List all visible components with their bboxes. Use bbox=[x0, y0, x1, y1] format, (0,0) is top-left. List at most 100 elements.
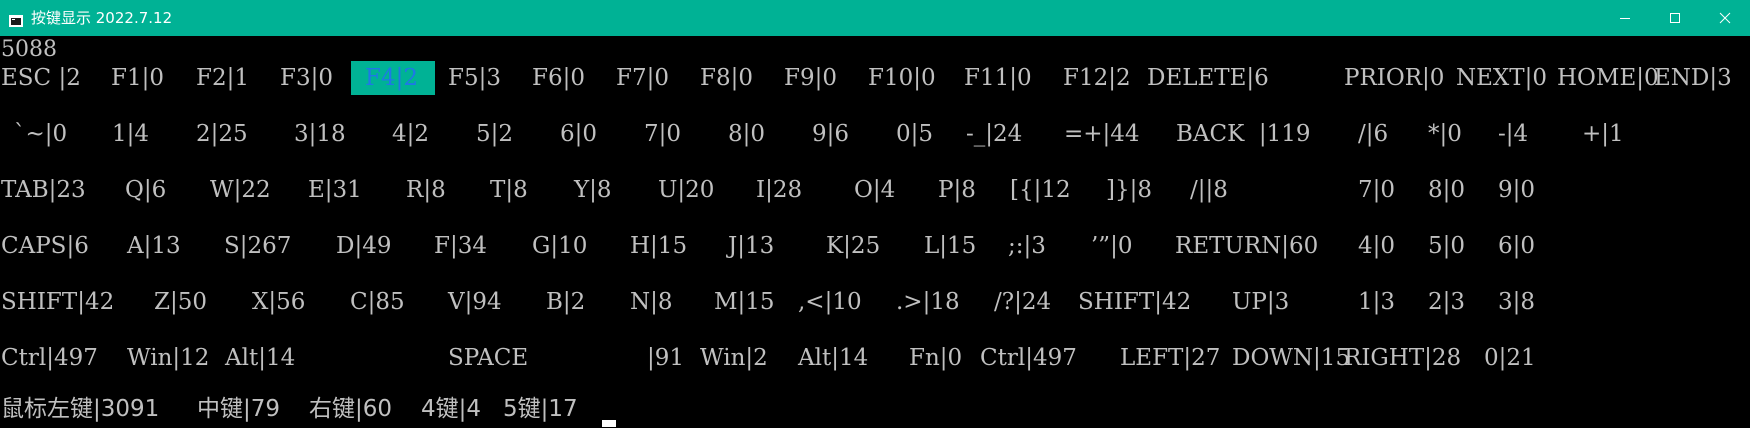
mouse-left-button[interactable]: 鼠标左键|3091 bbox=[1, 392, 159, 426]
key-j[interactable]: J|13 bbox=[728, 229, 774, 263]
key-left-win[interactable]: Win|12 bbox=[127, 341, 209, 375]
key-quote[interactable]: ’”|0 bbox=[1091, 229, 1132, 263]
key-0[interactable]: 0|5 bbox=[896, 117, 933, 151]
key-f[interactable]: F|34 bbox=[434, 229, 487, 263]
key-f7[interactable]: F7|0 bbox=[616, 61, 669, 95]
mouse-button-4[interactable]: 4键|4 bbox=[421, 392, 481, 426]
key-9[interactable]: 9|6 bbox=[812, 117, 849, 151]
key-b[interactable]: B|2 bbox=[546, 285, 585, 319]
close-button[interactable] bbox=[1700, 0, 1750, 36]
key-left-ctrl[interactable]: Ctrl|497 bbox=[1, 341, 98, 375]
mouse-right-button[interactable]: 右键|60 bbox=[309, 392, 392, 426]
key-numpad-minus[interactable]: -|4 bbox=[1498, 117, 1528, 151]
key-numpad-1[interactable]: 1|3 bbox=[1358, 285, 1395, 319]
title-bar[interactable]: 按键显示 2022.7.12 bbox=[0, 0, 1750, 36]
key-numpad-2[interactable]: 2|3 bbox=[1428, 285, 1465, 319]
key-esc[interactable]: ESC |2 bbox=[1, 61, 81, 95]
key-delete[interactable]: DELETE|6 bbox=[1147, 61, 1269, 95]
key-3[interactable]: 3|18 bbox=[294, 117, 346, 151]
key-return[interactable]: RETURN|60 bbox=[1175, 229, 1318, 263]
key-d[interactable]: D|49 bbox=[336, 229, 391, 263]
key-backtick[interactable]: `~|0 bbox=[14, 117, 67, 151]
key-r[interactable]: R|8 bbox=[406, 173, 446, 207]
key-minus[interactable]: -_|24 bbox=[966, 117, 1022, 151]
key-u[interactable]: U|20 bbox=[658, 173, 714, 207]
key-numpad-4[interactable]: 4|0 bbox=[1358, 229, 1395, 263]
key-f1[interactable]: F1|0 bbox=[111, 61, 164, 95]
key-f5[interactable]: F5|3 bbox=[448, 61, 501, 95]
key-up[interactable]: UP|3 bbox=[1232, 285, 1289, 319]
key-s[interactable]: S|267 bbox=[224, 229, 291, 263]
key-numpad-slash[interactable]: /|6 bbox=[1358, 117, 1388, 151]
key-1[interactable]: 1|4 bbox=[112, 117, 149, 151]
key-z[interactable]: Z|50 bbox=[154, 285, 207, 319]
key-t[interactable]: T|8 bbox=[490, 173, 528, 207]
key-o[interactable]: O|4 bbox=[854, 173, 895, 207]
key-f6[interactable]: F6|0 bbox=[532, 61, 585, 95]
key-prior[interactable]: PRIOR|0 bbox=[1344, 61, 1444, 95]
key-right-bracket[interactable]: ]}|8 bbox=[1106, 173, 1152, 207]
key-v[interactable]: V|94 bbox=[448, 285, 502, 319]
key-right-arrow[interactable]: RIGHT|28 bbox=[1344, 341, 1461, 375]
key-g[interactable]: G|10 bbox=[532, 229, 587, 263]
key-right-shift[interactable]: SHIFT|42 bbox=[1078, 285, 1191, 319]
key-a[interactable]: A|13 bbox=[127, 229, 181, 263]
key-slash[interactable]: /?|24 bbox=[994, 285, 1051, 319]
key-f8[interactable]: F8|0 bbox=[700, 61, 753, 95]
key-numpad-0[interactable]: 0|21 bbox=[1484, 341, 1536, 375]
key-f2[interactable]: F2|1 bbox=[196, 61, 249, 95]
key-y[interactable]: Y|8 bbox=[574, 173, 612, 207]
key-backspace[interactable]: BACK |119 bbox=[1176, 117, 1311, 151]
key-6[interactable]: 6|0 bbox=[560, 117, 597, 151]
key-e[interactable]: E|31 bbox=[308, 173, 362, 207]
key-equals[interactable]: =+|44 bbox=[1064, 117, 1140, 151]
key-2[interactable]: 2|25 bbox=[196, 117, 248, 151]
key-numpad-3[interactable]: 3|8 bbox=[1498, 285, 1535, 319]
key-space-label[interactable]: SPACE bbox=[448, 341, 528, 375]
key-q[interactable]: Q|6 bbox=[125, 173, 166, 207]
key-right-ctrl[interactable]: Ctrl|497 bbox=[980, 341, 1077, 375]
key-space-count[interactable]: |91 bbox=[647, 341, 684, 375]
key-c[interactable]: C|85 bbox=[350, 285, 405, 319]
key-numpad-5[interactable]: 5|0 bbox=[1428, 229, 1465, 263]
key-numpad-9[interactable]: 9|0 bbox=[1498, 173, 1535, 207]
key-left-alt[interactable]: Alt|14 bbox=[225, 341, 295, 375]
key-left-shift[interactable]: SHIFT|42 bbox=[1, 285, 114, 319]
key-backslash[interactable]: /||8 bbox=[1190, 173, 1228, 207]
key-k[interactable]: K|25 bbox=[826, 229, 880, 263]
key-caps-lock[interactable]: CAPS|6 bbox=[1, 229, 89, 263]
key-right-win[interactable]: Win|2 bbox=[700, 341, 768, 375]
key-x[interactable]: X|56 bbox=[252, 285, 305, 319]
minimize-button[interactable] bbox=[1600, 0, 1650, 36]
key-numpad-star[interactable]: *|0 bbox=[1428, 117, 1462, 151]
key-m[interactable]: M|15 bbox=[714, 285, 775, 319]
key-tab[interactable]: TAB|23 bbox=[1, 173, 86, 207]
key-period[interactable]: .>|18 bbox=[896, 285, 960, 319]
key-8[interactable]: 8|0 bbox=[728, 117, 765, 151]
maximize-button[interactable] bbox=[1650, 0, 1700, 36]
key-end[interactable]: END|3 bbox=[1654, 61, 1732, 95]
key-n[interactable]: N|8 bbox=[630, 285, 673, 319]
key-7[interactable]: 7|0 bbox=[644, 117, 681, 151]
key-f11[interactable]: F11|0 bbox=[964, 61, 1032, 95]
key-f9[interactable]: F9|0 bbox=[784, 61, 837, 95]
key-f3[interactable]: F3|0 bbox=[280, 61, 333, 95]
key-next[interactable]: NEXT|0 bbox=[1456, 61, 1547, 95]
key-f12[interactable]: F12|2 bbox=[1063, 61, 1131, 95]
mouse-button-5[interactable]: 5键|17 bbox=[503, 392, 578, 426]
key-semicolon[interactable]: ;:|3 bbox=[1008, 229, 1046, 263]
console-area[interactable]: 5088 ESC |2 F1|0 F2|1 F3|0 F4|2 F5|3 F6|… bbox=[0, 36, 1750, 428]
key-fn[interactable]: Fn|0 bbox=[909, 341, 962, 375]
key-f10[interactable]: F10|0 bbox=[868, 61, 936, 95]
key-p[interactable]: P|8 bbox=[938, 173, 976, 207]
key-w[interactable]: W|22 bbox=[210, 173, 271, 207]
key-home[interactable]: HOME|0 bbox=[1557, 61, 1659, 95]
key-4[interactable]: 4|2 bbox=[392, 117, 429, 151]
mouse-middle-button[interactable]: 中键|79 bbox=[197, 392, 280, 426]
key-left-bracket[interactable]: [{|12 bbox=[1010, 173, 1071, 207]
key-numpad-7[interactable]: 7|0 bbox=[1358, 173, 1395, 207]
key-left-arrow[interactable]: LEFT|27 bbox=[1120, 341, 1220, 375]
key-numpad-plus[interactable]: +|1 bbox=[1582, 117, 1624, 151]
key-down-arrow[interactable]: DOWN|15 bbox=[1232, 341, 1350, 375]
key-l[interactable]: L|15 bbox=[924, 229, 976, 263]
